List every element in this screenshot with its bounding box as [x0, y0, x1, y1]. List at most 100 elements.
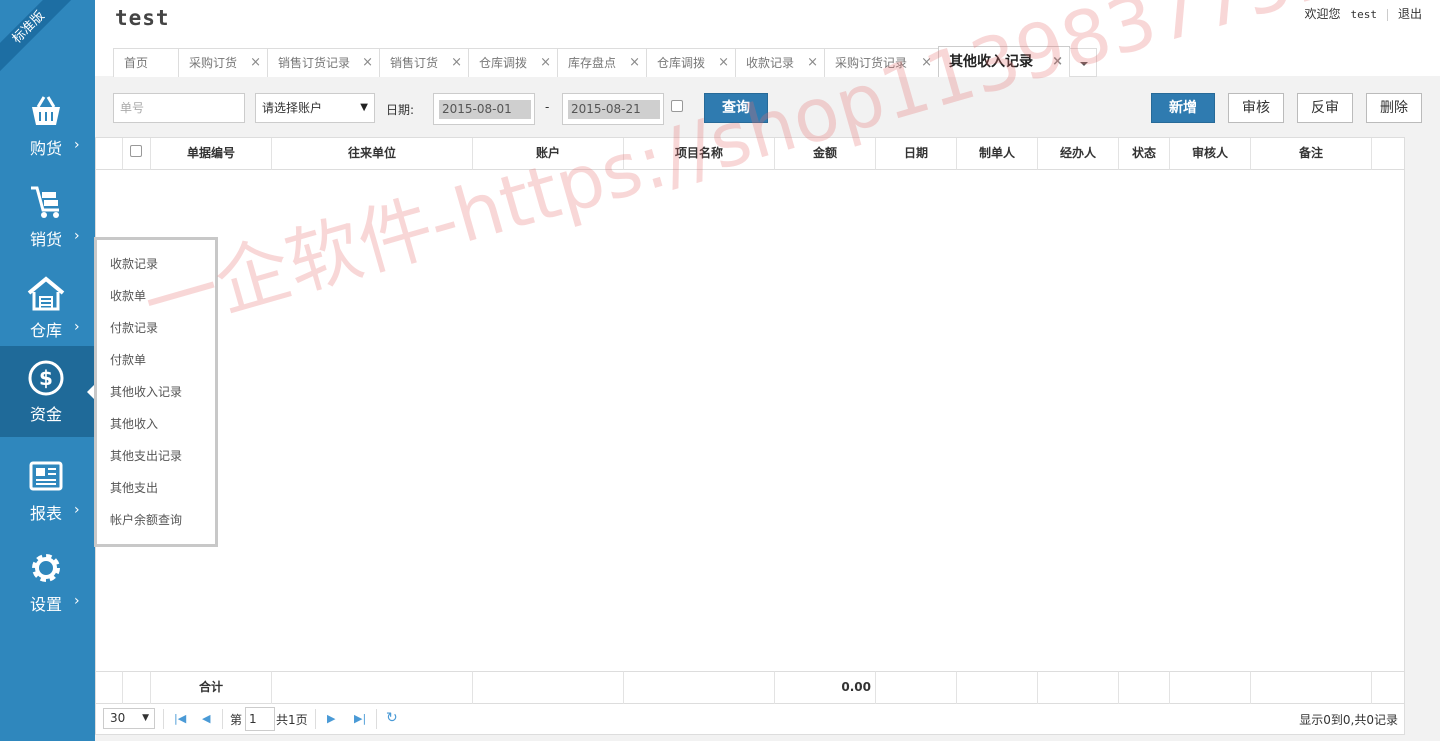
column-header-date[interactable]: 日期	[876, 138, 957, 170]
sidebar-item-funds[interactable]: $ 资金	[0, 346, 95, 437]
tab-transfer[interactable]: 仓库调拨 ×	[468, 48, 558, 77]
date-to-input[interactable]: 2015-08-21	[562, 93, 664, 125]
date-to-value: 2015-08-21	[568, 100, 660, 119]
gear-icon	[32, 554, 60, 582]
tab-receipt-records[interactable]: 收款记录 ×	[735, 48, 825, 77]
bill-number-input[interactable]: 单号	[113, 93, 245, 123]
date-from-input[interactable]: 2015-08-01	[433, 93, 535, 125]
sidebar-item-reports[interactable]: 报表 ›	[0, 450, 95, 541]
logout-link[interactable]: 退出	[1398, 5, 1422, 22]
submenu-item-account-balance[interactable]: 帐户余额查询	[110, 511, 182, 528]
divider	[1386, 8, 1388, 21]
edition-badge-text: 标准版	[0, 0, 75, 74]
column-header-item-name[interactable]: 项目名称	[624, 138, 775, 170]
close-icon[interactable]: ×	[1052, 47, 1063, 77]
sidebar-item-label: 销货	[30, 230, 63, 249]
submenu-item-other-expense[interactable]: 其他支出	[110, 479, 158, 496]
close-icon[interactable]: ×	[362, 49, 373, 77]
column-header-bill-no[interactable]: 单据编号	[151, 138, 272, 170]
footer-cell	[272, 671, 473, 704]
user-area: 欢迎您 test 退出	[1304, 5, 1422, 22]
submenu-item-other-income[interactable]: 其他收入	[110, 415, 158, 432]
tab-transfer-2[interactable]: 仓库调拨 ×	[646, 48, 736, 77]
funds-submenu: 收款记录 收款单 付款记录 付款单 其他收入记录 其他收入 其他支出记录 其他支…	[94, 237, 218, 547]
close-icon[interactable]: ×	[807, 49, 818, 77]
chevron-right-icon: ›	[74, 502, 80, 518]
sidebar-item-warehouse[interactable]: 仓库 ›	[0, 267, 95, 358]
submenu-item-receipt[interactable]: 收款单	[110, 287, 146, 304]
close-icon[interactable]: ×	[540, 49, 551, 77]
column-header-amount[interactable]: 金额	[775, 138, 876, 170]
submenu-item-payment-records[interactable]: 付款记录	[110, 319, 158, 336]
page-size-value: 30	[110, 711, 126, 725]
submenu-item-receipt-records[interactable]: 收款记录	[110, 255, 158, 272]
column-header-remark[interactable]: 备注	[1251, 138, 1372, 170]
footer-cell	[473, 671, 624, 704]
tab-label: 库存盘点	[568, 56, 617, 70]
footer-cell	[624, 671, 775, 704]
chevron-right-icon: ›	[74, 319, 80, 335]
close-icon[interactable]: ×	[250, 49, 261, 77]
column-header-creator[interactable]: 制单人	[957, 138, 1038, 170]
sidebar-item-settings[interactable]: 设置 ›	[0, 541, 95, 632]
footer-total-label: 合计	[151, 671, 272, 704]
refresh-icon[interactable]: ↻	[386, 710, 398, 726]
tab-stocktake[interactable]: 库存盘点 ×	[557, 48, 647, 77]
audit-button[interactable]: 审核	[1228, 93, 1284, 123]
submenu-item-other-income-records[interactable]: 其他收入记录	[110, 383, 182, 400]
close-icon[interactable]: ×	[629, 49, 640, 77]
column-header-status[interactable]: 状态	[1119, 138, 1170, 170]
page-size-select[interactable]: 30 ▼	[103, 708, 155, 729]
prev-page-icon[interactable]: ◀	[202, 712, 210, 725]
header-filler	[1372, 138, 1405, 170]
footer-cell	[123, 671, 151, 704]
sidebar-item-purchase[interactable]: 购货 ›	[0, 85, 95, 176]
tab-sales-order[interactable]: 销售订货 ×	[379, 48, 469, 77]
select-all-checkbox[interactable]	[130, 145, 142, 157]
record-summary: 显示0到0,共0记录	[1299, 713, 1398, 727]
account-select[interactable]: 请选择账户 ▼	[255, 93, 375, 123]
tab-home[interactable]: 首页	[113, 48, 179, 77]
dropdown-caret-icon: ▼	[360, 102, 368, 113]
delete-button[interactable]: 删除	[1366, 93, 1422, 123]
tab-purchase-order-records[interactable]: 采购订货记录 ×	[824, 48, 939, 77]
column-header-auditor[interactable]: 审核人	[1170, 138, 1251, 170]
tab-label: 其他收入记录	[949, 54, 1033, 70]
tab-label: 销售订货记录	[278, 56, 351, 70]
close-icon[interactable]: ×	[718, 49, 729, 77]
footer-cell	[1372, 671, 1405, 704]
submenu-item-payment[interactable]: 付款单	[110, 351, 146, 368]
tab-other-income-records[interactable]: 其他收入记录 ×	[938, 46, 1070, 77]
divider	[163, 709, 164, 729]
footer-cell	[957, 671, 1038, 704]
close-icon[interactable]: ×	[451, 49, 462, 77]
divider	[315, 709, 316, 729]
page-number-input[interactable]: 1	[245, 707, 275, 731]
tab-overflow-dropdown[interactable]	[1069, 48, 1097, 77]
include-checkbox[interactable]	[671, 100, 683, 112]
tab-label: 采购订货	[189, 56, 238, 70]
report-icon	[29, 461, 63, 491]
footer-cell	[1251, 671, 1372, 704]
tab-label: 销售订货	[390, 56, 439, 70]
submenu-item-other-expense-records[interactable]: 其他支出记录	[110, 447, 182, 464]
first-page-icon[interactable]: |◀	[174, 712, 186, 725]
bill-number-placeholder: 单号	[120, 101, 145, 115]
select-all-cell	[123, 138, 151, 170]
column-header-account[interactable]: 账户	[473, 138, 624, 170]
next-page-icon[interactable]: ▶	[327, 712, 335, 725]
unaudit-button[interactable]: 反审	[1297, 93, 1353, 123]
add-button[interactable]: 新增	[1151, 93, 1215, 123]
tab-purchase-order[interactable]: 采购订货 ×	[178, 48, 268, 77]
username: test	[1350, 8, 1377, 21]
basket-icon	[32, 96, 60, 125]
sidebar-item-sales[interactable]: 销货 ›	[0, 176, 95, 267]
tab-sales-order-records[interactable]: 销售订货记录 ×	[267, 48, 380, 77]
column-header-partner[interactable]: 往来单位	[272, 138, 473, 170]
query-button[interactable]: 查询	[704, 93, 768, 123]
column-header-handler[interactable]: 经办人	[1038, 138, 1119, 170]
sidebar: 标准版 购货 › 销货 › 仓库 › $ 资金 报表 › 设置 ›	[0, 0, 95, 741]
last-page-icon[interactable]: ▶|	[354, 712, 366, 725]
page-prefix: 第	[230, 713, 243, 727]
close-icon[interactable]: ×	[921, 49, 932, 77]
